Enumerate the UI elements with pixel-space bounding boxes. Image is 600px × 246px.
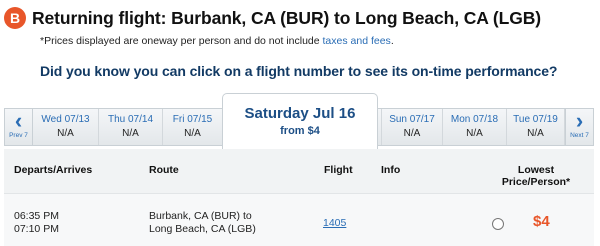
chevron-left-icon: ‹ (14, 108, 23, 133)
date-tab-tue[interactable]: Tue 07/19 N/A (507, 109, 565, 145)
table-row: 06:35 PM 07:10 PM Burbank, CA (BUR) to L… (4, 193, 594, 246)
date-tab-date: Sun 07/17 (389, 114, 435, 125)
step-badge: B (4, 7, 26, 29)
date-tab-price: N/A (466, 128, 483, 139)
date-tab-date: Thu 07/14 (107, 114, 154, 125)
arrive-time: 07:10 PM (14, 223, 59, 235)
price-note-end: . (390, 35, 394, 47)
route-cell: Burbank, CA (BUR) to Long Beach, CA (LGB… (149, 210, 256, 236)
next-7-label: Next 7 (570, 132, 589, 139)
taxes-fees-link[interactable]: taxes and fees (323, 35, 391, 47)
date-tab-sun[interactable]: Sun 07/17 N/A (381, 109, 443, 145)
on-time-promo: Did you know you can click on a flight n… (40, 63, 558, 79)
date-tab-mon[interactable]: Mon 07/18 N/A (443, 109, 507, 145)
depart-time: 06:35 PM (14, 210, 59, 222)
col-lowest-price: Lowest Price/Person* (494, 164, 578, 188)
date-tab-price: N/A (57, 128, 74, 139)
col-lowest-line1: Lowest (517, 164, 555, 176)
select-fare-radio[interactable] (492, 218, 504, 230)
date-tab-date: Fri 07/15 (172, 114, 213, 125)
section-header: B Returning flight: Burbank, CA (BUR) to… (4, 6, 541, 30)
date-tab-fri[interactable]: Fri 07/15 N/A (163, 109, 223, 145)
price-note: *Prices displayed are oneway per person … (40, 35, 394, 47)
date-tab-date: Mon 07/18 (450, 114, 499, 125)
date-tab-price: N/A (184, 128, 201, 139)
next-7-button[interactable]: › Next 7 (565, 109, 593, 145)
col-lowest-line2: Price/Person* (501, 176, 571, 188)
col-flight: Flight (324, 164, 353, 176)
selected-date-price: from $4 (280, 125, 320, 137)
lowest-price: $4 (533, 213, 550, 230)
col-route: Route (149, 164, 179, 176)
results-table-header: Departs/Arrives Route Flight Info Lowest… (4, 149, 594, 193)
date-tab-price: N/A (122, 128, 139, 139)
date-tab-date: Wed 07/13 (41, 114, 90, 125)
date-tab-wed[interactable]: Wed 07/13 N/A (33, 109, 99, 145)
prev-7-button[interactable]: ‹ Prev 7 (5, 109, 33, 145)
price-note-text: *Prices displayed are oneway per person … (40, 35, 323, 47)
flight-number-link[interactable]: 1405 (323, 217, 346, 229)
flight-cell: 1405 (323, 217, 346, 230)
col-info: Info (381, 164, 401, 176)
route-line-1: Burbank, CA (BUR) to (149, 210, 252, 222)
date-tab-date: Tue 07/19 (513, 114, 558, 125)
chevron-right-icon: › (575, 108, 584, 133)
page-title: Returning flight: Burbank, CA (BUR) to L… (32, 7, 542, 28)
col-departs-arrives: Departs/Arrives (14, 164, 93, 176)
depart-arrive-times: 06:35 PM 07:10 PM (14, 210, 59, 236)
selected-date: Saturday Jul 16 (244, 105, 356, 122)
route-line-2: Long Beach, CA (LGB) (149, 223, 256, 235)
prev-7-label: Prev 7 (9, 132, 28, 139)
date-tab-price: N/A (527, 128, 544, 139)
date-tab-price: N/A (403, 128, 421, 139)
date-tab-thu[interactable]: Thu 07/14 N/A (99, 109, 163, 145)
selected-date-tab[interactable]: Saturday Jul 16 from $4 (222, 93, 378, 149)
